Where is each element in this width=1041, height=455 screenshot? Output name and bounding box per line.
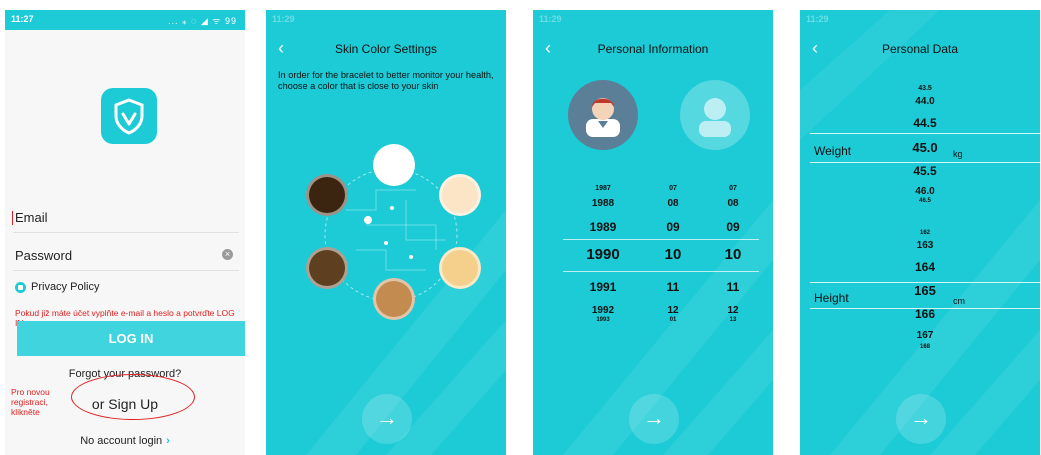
email-placeholder: Email [15,210,48,225]
picker-item: 13 [729,317,737,323]
skin-swatch-6[interactable] [373,278,415,320]
picker-item: 12 [727,305,739,316]
no-account-login-link[interactable]: No account login › [5,435,245,447]
height-unit: cm [953,296,965,306]
page-title: Personal Information [597,42,709,56]
height-picker[interactable]: 162 163 164 165 166 167 168 [905,227,945,367]
picker-item: 43.5 [918,85,932,92]
status-time: 11:29 [539,14,562,24]
password-field[interactable]: Password × [13,242,239,271]
skin-swatch-1[interactable] [373,144,415,186]
picker-item: 01 [669,317,677,323]
status-bar: 11:27 ... ⁎ ◌ ◢ ᯤ 99 [5,10,245,30]
next-arrow-button[interactable]: → [629,394,679,444]
picker-item: 11 [666,280,680,294]
picker-item: 12 [667,305,679,316]
picker-item: 07 [669,185,677,192]
status-icons: ... ⁎ ◌ ◢ ᯤ 99 [167,16,237,26]
picker-item-selected: 10 [724,246,742,263]
password-placeholder: Password [15,248,73,263]
lock-icon [15,281,26,293]
picker-item: 167 [916,330,934,341]
circuit-graphic [324,168,458,302]
skin-swatch-2[interactable] [306,174,348,216]
skin-color-screen: 11:29 ‹ Skin Color Settings In order for… [266,10,506,455]
picker-item: 162 [919,230,930,236]
user-silhouette-icon [699,98,731,137]
personal-data-screen: 11:29 ‹ Personal Data Weight kg 43.5 44.… [800,10,1040,455]
picker-item: 44.5 [913,116,937,130]
male-icon [586,98,620,137]
picker-item: 07 [729,185,737,192]
picker-item-selected: 1990 [586,246,620,263]
no-account-login-label: No account login [80,435,163,447]
picker-item: 1992 [591,305,615,316]
next-arrow-button[interactable]: → [896,394,946,444]
picker-item: 1988 [591,198,615,209]
weight-label: Weight [814,144,852,158]
picker-item: 46.0 [915,186,935,197]
day-picker[interactable]: 07 08 09 10 11 12 13 [713,182,753,323]
signup-button[interactable]: or Sign Up [5,396,245,412]
height-label: Height [814,291,849,305]
next-arrow-button[interactable]: → [362,394,412,444]
email-field[interactable]: Email [12,204,239,233]
personal-information-screen: 11:29 ‹ Personal Information 1987 1988 1… [533,10,773,455]
status-time: 11:29 [806,14,829,24]
picker-item: 08 [667,198,679,209]
picker-item: 11 [726,280,740,294]
clear-icon[interactable]: × [222,249,233,260]
skin-swatch-3[interactable] [439,174,481,216]
picker-item-selected: 10 [664,246,682,263]
status-time: 11:27 [11,14,34,24]
picker-item: 09 [726,220,740,234]
page-title: Personal Data [881,42,959,56]
login-button[interactable]: LOG IN [17,321,245,356]
month-picker[interactable]: 07 08 09 10 11 12 01 [653,182,693,323]
female-avatar-button[interactable] [680,80,750,150]
picker-item: 46.5 [919,198,931,204]
picker-item: 1993 [596,317,610,323]
chevron-right-icon: › [166,435,170,447]
app-logo-icon [101,88,157,144]
weight-unit: kg [953,149,963,159]
picker-item: 164 [914,260,936,274]
status-bar: 11:29 [800,10,1040,30]
login-screen: 11:27 ... ⁎ ◌ ◢ ᯤ 99 Email Password × Pr… [5,10,245,455]
privacy-policy-link[interactable]: Privacy Policy [15,281,99,293]
weight-picker[interactable]: 43.5 44.0 44.5 45.0 45.5 46.0 46.5 [905,82,945,212]
picker-item: 09 [666,220,680,234]
picker-item-selected: 45.0 [912,140,938,155]
picker-item-selected: 165 [914,283,936,298]
picker-item: 1989 [589,220,617,234]
year-picker[interactable]: 1987 1988 1989 1990 1991 1992 1993 [578,182,628,323]
picker-item: 1987 [595,185,611,192]
skin-swatch-5[interactable] [439,247,481,289]
text-cursor [12,211,13,225]
picker-item: 163 [916,240,934,251]
skin-swatch-4[interactable] [306,247,348,289]
picker-item: 168 [919,344,930,350]
picker-item: 44.0 [915,96,935,107]
picker-item: 166 [914,307,936,321]
male-avatar-button[interactable] [568,80,638,150]
picker-item: 1991 [589,280,617,294]
privacy-policy-label: Privacy Policy [31,281,100,293]
picker-item: 45.5 [913,164,937,178]
picker-item: 08 [727,198,739,209]
status-bar: 11:29 [533,10,773,30]
